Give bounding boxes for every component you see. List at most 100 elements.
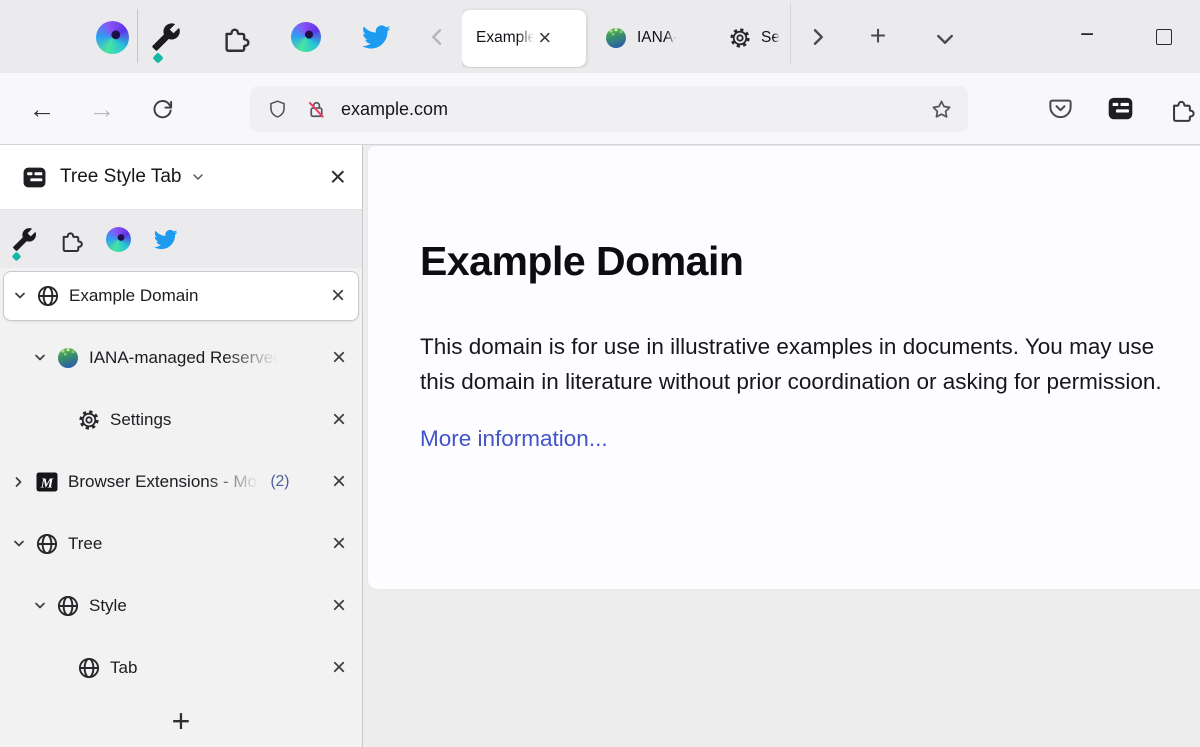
more-information-link[interactable]: More information...: [420, 426, 608, 452]
chevron-down-icon[interactable]: [11, 536, 35, 552]
chevron-down-icon: [933, 27, 957, 51]
navigation-toolbar: ← → example.com: [0, 73, 1200, 145]
tab-bar: Example× IANA- Se + −: [0, 0, 1200, 73]
back-button[interactable]: ←: [26, 93, 58, 125]
chevron-right-icon[interactable]: [11, 474, 35, 490]
tree-item-tree[interactable]: Tree×: [3, 519, 359, 569]
tab-example[interactable]: Example×: [462, 10, 586, 67]
tree-item-close-button[interactable]: ×: [332, 346, 346, 370]
sidebar-pinned-tabs: [0, 210, 362, 268]
tree-item-close-button[interactable]: ×: [332, 532, 346, 556]
scroll-tabs-left-button[interactable]: [425, 25, 449, 49]
web-page: Example Domain This domain is for use in…: [363, 145, 1200, 747]
list-all-tabs-button[interactable]: [933, 27, 957, 51]
pinned-tab-firefox[interactable]: [291, 22, 321, 52]
sidebar-new-tab-button[interactable]: +: [0, 695, 362, 747]
firefox-icon: [291, 22, 321, 52]
tree-item-label: Style: [89, 596, 127, 616]
tab-label: Se: [761, 29, 780, 47]
scroll-tabs-right-button[interactable]: [806, 25, 830, 49]
tree-item-style[interactable]: Style ×: [3, 581, 359, 631]
tree-item-tab[interactable]: Tab ×: [3, 643, 359, 693]
tree-item-close-button[interactable]: ×: [332, 594, 346, 618]
chevron-down-icon[interactable]: [32, 598, 56, 614]
pinned-tab-twitter[interactable]: [153, 227, 178, 252]
pinned-tab-twitter[interactable]: [361, 22, 391, 52]
bookmark-star-icon[interactable]: [930, 98, 953, 121]
tabbar-separator: [137, 9, 138, 63]
tab-label: Example: [476, 29, 536, 47]
tree-item-label: Tab: [110, 658, 137, 678]
tab-tree: Example Domain×IANA-managed Reserved×Set…: [0, 268, 362, 695]
window-maximize-button[interactable]: [1156, 29, 1172, 45]
chevron-down-icon[interactable]: [32, 350, 56, 366]
pinned-tabs-strip: [151, 22, 391, 52]
tree-item-label: Example Domain: [69, 286, 198, 306]
url-bar[interactable]: example.com: [250, 86, 968, 132]
tab-iana-[interactable]: IANA-: [590, 10, 710, 67]
tree-item-browser-extensions-moz[interactable]: MBrowser Extensions - Moz(2)×: [3, 457, 359, 507]
twitter-icon: [153, 227, 178, 252]
tree-style-tab-toolbar-button[interactable]: [1106, 95, 1134, 123]
forward-button[interactable]: →: [86, 93, 118, 125]
globe-icon: [56, 594, 80, 618]
chevron-spacer: [53, 660, 77, 676]
tree-item-example-domain[interactable]: Example Domain ×: [3, 271, 359, 321]
new-tab-button[interactable]: +: [862, 20, 894, 52]
firefox-view-button[interactable]: [96, 21, 126, 51]
svg-text:M: M: [40, 477, 54, 492]
extensions-button[interactable]: [1168, 95, 1196, 123]
firefox-icon: [96, 21, 129, 54]
tab-se[interactable]: Se: [714, 10, 790, 67]
sidebar-switcher-chevron-icon[interactable]: [190, 169, 206, 185]
tree-item-close-button[interactable]: ×: [332, 470, 346, 494]
chevron-left-icon: [425, 25, 449, 49]
gear-icon: [77, 408, 101, 432]
chevron-down-icon[interactable]: [12, 288, 36, 304]
tab-close-button[interactable]: ×: [538, 27, 551, 49]
mozilla-icon: M: [35, 470, 59, 494]
insecure-lock-icon[interactable]: [305, 98, 328, 121]
sidebar-close-button[interactable]: ×: [330, 163, 346, 191]
pinned-tab-wrench[interactable]: [151, 22, 181, 52]
globe-icon: [77, 656, 101, 680]
url-text[interactable]: example.com: [341, 99, 448, 120]
wrench-icon: [12, 227, 37, 252]
puzzle-icon: [59, 227, 84, 252]
attention-dot: [152, 52, 163, 63]
window-minimize-button[interactable]: −: [1070, 18, 1104, 52]
tracking-protection-shield-icon[interactable]: [267, 99, 288, 120]
pinned-tab-wrench[interactable]: [12, 227, 37, 252]
pinned-tab-puzzle[interactable]: [221, 22, 251, 52]
globe-icon: [36, 284, 60, 308]
puzzle-icon: [1169, 95, 1196, 122]
tabs-end-separator: [790, 3, 791, 65]
reload-button[interactable]: [146, 93, 178, 125]
tab-label: IANA-: [637, 29, 678, 47]
chevron-right-icon: [806, 25, 830, 49]
page-paragraph: This domain is for use in illustrative e…: [420, 329, 1182, 399]
tabs-strip: Example× IANA- Se: [462, 8, 790, 68]
collapsed-count-badge: (2): [270, 473, 289, 491]
tree-item-close-button[interactable]: ×: [332, 408, 346, 432]
tree-item-close-button[interactable]: ×: [332, 656, 346, 680]
content-area: Tree Style Tab × Example Domain×IANA-man…: [0, 145, 1200, 747]
pinned-tab-puzzle[interactable]: [59, 227, 84, 252]
pocket-icon: [1047, 95, 1074, 122]
pinned-tab-firefox[interactable]: [106, 227, 131, 252]
tree-item-label: IANA-managed Reserved: [89, 348, 283, 368]
reload-icon: [151, 98, 174, 121]
wrench-icon: [151, 22, 181, 52]
tree-style-tab-sidebar: Tree Style Tab × Example Domain×IANA-man…: [0, 145, 363, 747]
tree-style-tab-icon: [22, 165, 47, 190]
browser-window: Example×IANA-Se + − ← →: [0, 0, 1200, 747]
tree-item-iana-managed-reserved[interactable]: IANA-managed Reserved ×: [3, 333, 359, 383]
chevron-spacer: [53, 412, 77, 428]
pocket-button[interactable]: [1046, 95, 1074, 123]
tree-item-label: Settings: [110, 410, 171, 430]
sidebar-title: Tree Style Tab: [60, 166, 181, 188]
tree-item-close-button[interactable]: ×: [331, 284, 345, 308]
globe-icon: [35, 532, 59, 556]
iana-icon: [604, 26, 628, 50]
tree-item-settings[interactable]: Settings ×: [3, 395, 359, 445]
